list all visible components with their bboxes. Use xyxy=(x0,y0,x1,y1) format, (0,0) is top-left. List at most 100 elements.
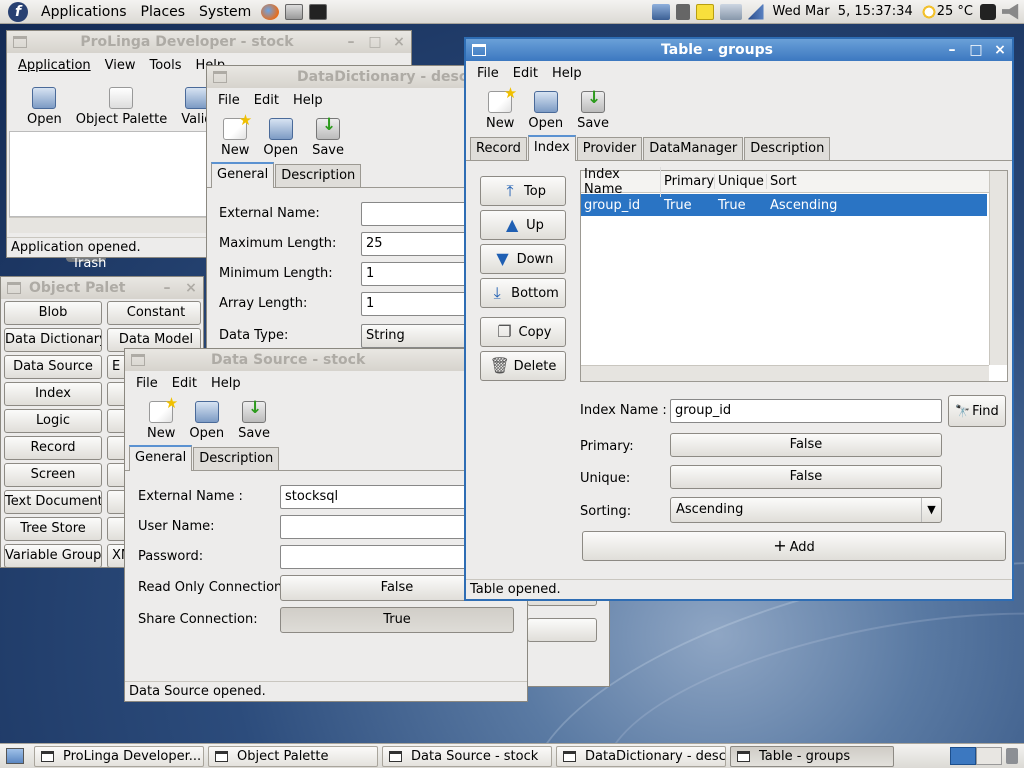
palette-button-data-source[interactable]: Data Source xyxy=(4,355,102,379)
system-menu[interactable]: System xyxy=(192,0,258,24)
window-menu-icon[interactable] xyxy=(131,354,145,366)
open-button[interactable]: Open xyxy=(189,401,224,441)
window-menu-icon[interactable] xyxy=(213,71,227,83)
find-button[interactable]: 🔭 Find xyxy=(948,395,1006,427)
volume-icon[interactable] xyxy=(1002,3,1019,20)
palette-button-col2-0[interactable]: Constant xyxy=(107,301,201,325)
menu-help[interactable]: Help xyxy=(286,93,330,108)
maximize-icon[interactable]: □ xyxy=(964,42,988,58)
palette-button-blob[interactable]: Blob xyxy=(4,301,102,325)
object-palette-button[interactable]: Object Palette xyxy=(76,87,167,127)
firefox-launcher-icon[interactable] xyxy=(261,3,280,20)
display-icon[interactable] xyxy=(675,3,690,20)
table-row[interactable]: group_id True True Ascending xyxy=(581,194,987,216)
share-connection-toggle[interactable]: True xyxy=(280,607,514,633)
close-icon[interactable]: × xyxy=(179,280,203,296)
minimize-icon[interactable]: – xyxy=(339,34,363,50)
mail-launcher-icon[interactable] xyxy=(285,3,304,20)
unique-toggle[interactable]: False xyxy=(670,465,942,489)
index-table[interactable]: Index Name Primary Unique Sort group_id … xyxy=(580,166,1008,382)
save-button[interactable]: Save xyxy=(312,115,344,158)
palette-button-logic[interactable]: Logic xyxy=(4,409,102,433)
new-button[interactable]: New xyxy=(147,394,178,441)
column-header-sort[interactable]: Sort xyxy=(767,174,927,189)
power-icon[interactable] xyxy=(980,3,996,20)
taskbar-button-1[interactable]: Object Palette xyxy=(208,745,378,767)
new-button[interactable]: New xyxy=(221,111,252,158)
workspace-1[interactable] xyxy=(950,747,976,765)
menu-help[interactable]: Help xyxy=(204,376,248,391)
close-icon[interactable]: × xyxy=(988,42,1012,58)
up-button[interactable]: ▲ Up xyxy=(480,210,566,240)
object-palette-titlebar[interactable]: Object Palet – × xyxy=(1,277,203,299)
menu-help[interactable]: Help xyxy=(545,66,589,81)
datadict-option-button-2[interactable] xyxy=(527,618,597,642)
notes-icon[interactable] xyxy=(695,3,714,20)
horizontal-scrollbar[interactable] xyxy=(581,365,989,381)
palette-button-variable-group[interactable]: Variable Group xyxy=(4,544,102,567)
table-titlebar[interactable]: Table - groups – □ × xyxy=(466,39,1012,61)
column-header-primary[interactable]: Primary xyxy=(661,174,715,189)
palette-button-text-document[interactable]: Text Document xyxy=(4,490,102,514)
menu-tools[interactable]: Tools xyxy=(143,58,189,73)
save-button[interactable]: Save xyxy=(577,88,609,131)
add-button[interactable]: + Add xyxy=(582,531,1006,561)
signal-strength-icon[interactable] xyxy=(747,3,764,20)
tab-record[interactable]: Record xyxy=(470,137,527,160)
tab-datamanager[interactable]: DataManager xyxy=(643,137,744,160)
menu-edit[interactable]: Edit xyxy=(506,66,545,81)
fedora-logo-icon[interactable]: f xyxy=(8,1,28,22)
palette-button-tree-store[interactable]: Tree Store xyxy=(4,517,102,541)
palette-button-record[interactable]: Record xyxy=(4,436,102,460)
column-header-index-name[interactable]: Index Name xyxy=(581,166,661,197)
places-menu[interactable]: Places xyxy=(134,0,193,24)
index-name-field[interactable]: group_id xyxy=(670,399,942,423)
workspace-switcher[interactable] xyxy=(950,747,1002,765)
menu-view[interactable]: View xyxy=(98,58,143,73)
show-desktop-icon[interactable] xyxy=(6,748,24,764)
workspace-2[interactable] xyxy=(976,747,1002,765)
open-button[interactable]: Open xyxy=(528,91,563,131)
taskbar-button-4[interactable]: Table - groups xyxy=(730,745,894,767)
tab-general[interactable]: General xyxy=(211,162,275,188)
trash-applet-icon[interactable] xyxy=(1006,748,1018,764)
tab-provider[interactable]: Provider xyxy=(576,137,643,160)
vertical-scrollbar[interactable] xyxy=(989,171,1007,365)
delete-button[interactable]: 🗑 Delete xyxy=(480,351,566,381)
taskbar-button-3[interactable]: DataDictionary - desc xyxy=(556,745,726,767)
menu-file[interactable]: File xyxy=(129,376,165,391)
terminal-launcher-icon[interactable] xyxy=(309,3,328,20)
menu-file[interactable]: File xyxy=(470,66,506,81)
tab-description[interactable]: Description xyxy=(744,137,831,160)
palette-button-index[interactable]: Index xyxy=(4,382,102,406)
down-button[interactable]: ▼ Down xyxy=(480,244,566,274)
network-manager-icon[interactable] xyxy=(651,3,670,20)
weather-icon[interactable] xyxy=(921,3,936,20)
tab-index[interactable]: Index xyxy=(527,135,576,161)
open-button[interactable]: Open xyxy=(27,87,62,127)
open-button[interactable]: Open xyxy=(263,118,298,158)
column-header-unique[interactable]: Unique xyxy=(715,174,767,189)
minimize-icon[interactable]: – xyxy=(940,42,964,58)
window-menu-icon[interactable] xyxy=(7,282,21,294)
window-menu-icon[interactable] xyxy=(13,36,27,48)
maximize-icon[interactable]: □ xyxy=(363,34,387,50)
menu-edit[interactable]: Edit xyxy=(247,93,286,108)
taskbar-button-0[interactable]: ProLinga Developer... xyxy=(34,745,204,767)
copy-button[interactable]: ❐ Copy xyxy=(480,317,566,347)
prolinga-titlebar[interactable]: ProLinga Developer - stock – □ × xyxy=(7,31,411,53)
temperature[interactable]: 25 °C xyxy=(937,4,977,19)
menu-file[interactable]: File xyxy=(211,93,247,108)
bottom-button[interactable]: ⤓ Bottom xyxy=(480,278,566,308)
trash-label[interactable]: Trash xyxy=(72,256,106,271)
top-button[interactable]: ⤒ Top xyxy=(480,176,566,206)
window-menu-icon[interactable] xyxy=(472,44,486,56)
menu-application[interactable]: Application xyxy=(11,58,98,73)
tab-description[interactable]: Description xyxy=(275,164,362,187)
new-button[interactable]: New xyxy=(486,84,517,131)
clock[interactable]: Wed Mar 5, 15:37:34 xyxy=(767,4,919,19)
taskbar-button-2[interactable]: Data Source - stock xyxy=(382,745,552,767)
sorting-combo[interactable]: Ascending ▼ xyxy=(670,497,942,523)
primary-toggle[interactable]: False xyxy=(670,433,942,457)
minimize-icon[interactable]: – xyxy=(155,280,179,296)
